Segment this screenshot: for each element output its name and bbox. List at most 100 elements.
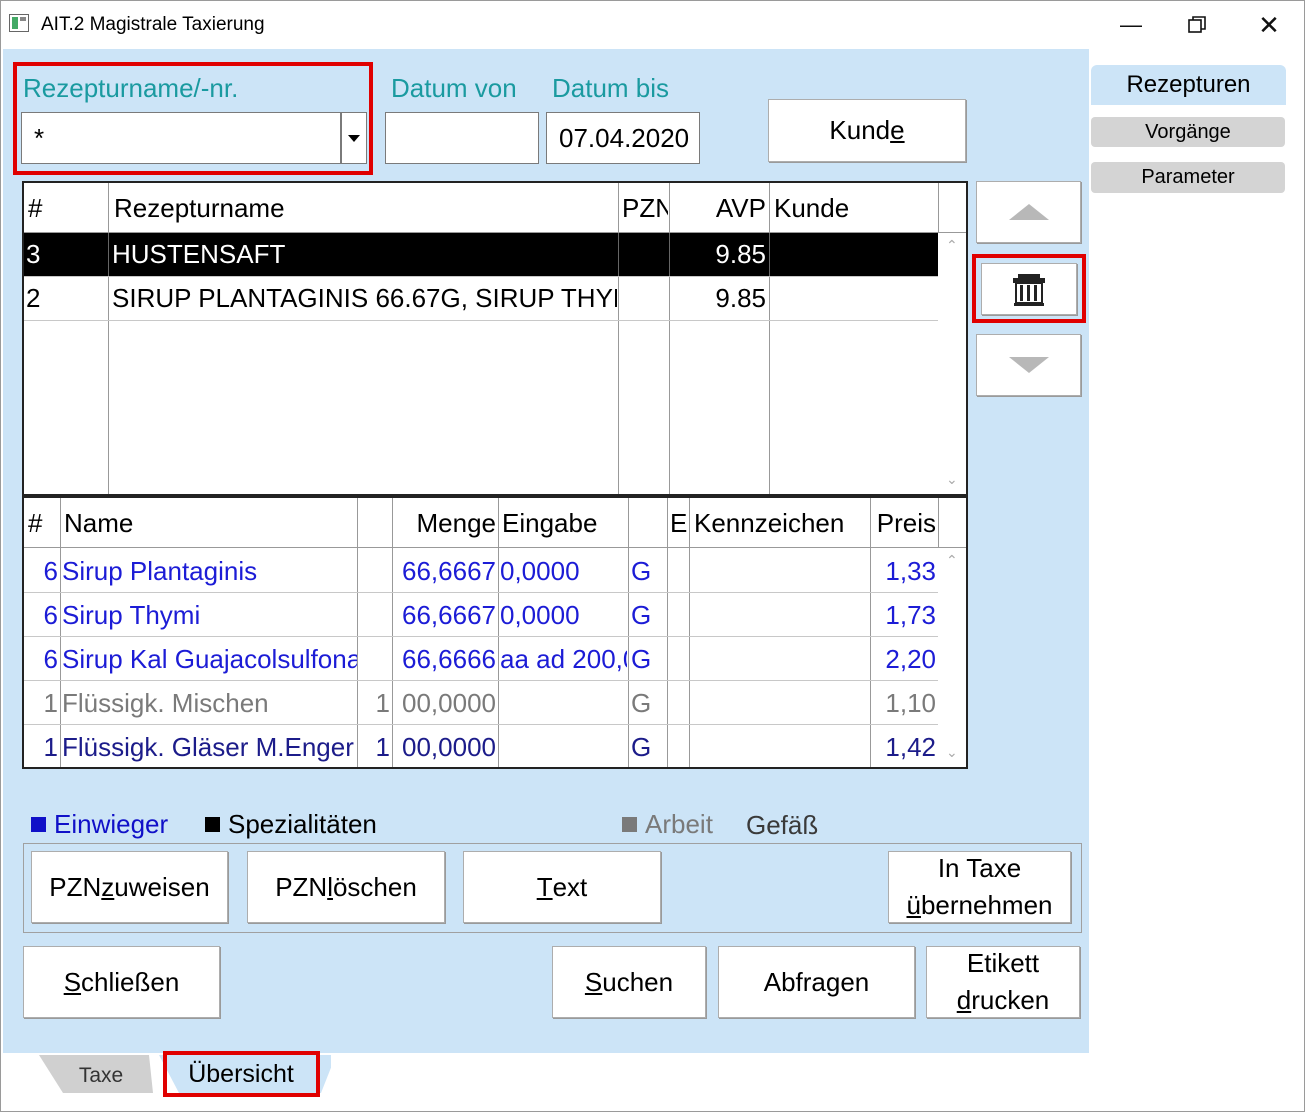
- legend-swatch: [205, 817, 220, 832]
- btn-label: PZN: [275, 871, 328, 902]
- pzn-zuweisen-button[interactable]: PZN z uweisen: [31, 851, 228, 923]
- move-up-button[interactable]: [976, 181, 1081, 243]
- scroll-up-icon[interactable]: ⌃: [946, 552, 958, 569]
- datum-bis-label: Datum bis: [552, 73, 670, 103]
- btn-label: In Taxe: [937, 853, 1022, 883]
- cell-unit: G: [631, 555, 652, 586]
- row-avp[interactable]: 9.85: [674, 277, 766, 320]
- text-button[interactable]: Text: [463, 851, 661, 923]
- restore-icon[interactable]: [1167, 1, 1227, 49]
- col-header-name[interactable]: Name: [64, 498, 354, 548]
- legend-gefaess: Gefäß: [746, 810, 819, 840]
- btn-label-line2: übernehmen: [906, 887, 1052, 924]
- btn-label: bernehmen: [920, 890, 1053, 920]
- in-taxe-uebernehmen-button[interactable]: In Taxe übernehmen: [888, 851, 1071, 923]
- cell-eingabe: 0,0000: [500, 599, 580, 630]
- legend-label: Spezialitäten: [228, 809, 377, 839]
- col-header-e[interactable]: E: [670, 498, 688, 548]
- trash-icon: [1013, 274, 1045, 306]
- col-header-kunde[interactable]: Kunde: [774, 183, 934, 233]
- cell-num: 1: [43, 687, 58, 718]
- rezepturen-table: # Rezepturname PZN AVP Kunde 3 HUSTENSAF…: [22, 181, 968, 496]
- row-name[interactable]: SIRUP PLANTAGINIS 66.67G, SIRUP THYMI: [112, 277, 617, 320]
- col-header-rezepturname[interactable]: Rezepturname: [114, 183, 614, 233]
- suchen-button[interactable]: Suchen: [552, 946, 706, 1018]
- btn-label: öschen: [332, 871, 417, 902]
- bottom-tab-taxe[interactable]: Taxe: [61, 1059, 141, 1093]
- btn-mnemonic: S: [584, 966, 603, 997]
- cell-num: 6: [43, 643, 58, 674]
- datum-bis-input[interactable]: 07.04.2020: [546, 112, 700, 164]
- row-num: 3: [26, 239, 41, 269]
- kunde-button[interactable]: Kund e: [768, 99, 966, 162]
- etikett-drucken-button[interactable]: Etikett drucken: [926, 946, 1080, 1018]
- chevron-down-icon[interactable]: [341, 112, 367, 164]
- scroll-down-icon[interactable]: ⌄: [946, 471, 958, 488]
- row-num[interactable]: 2: [26, 277, 106, 320]
- cell-eingabe: 0,0000: [500, 555, 580, 586]
- side-panel: [1089, 49, 1304, 1111]
- cell-e: [670, 681, 688, 725]
- col-header-menge[interactable]: Menge: [396, 498, 497, 548]
- col-header-num[interactable]: #: [28, 183, 88, 233]
- btn-label: uchen: [602, 966, 674, 997]
- col-header-kennzeichen[interactable]: Kennzeichen: [694, 498, 868, 548]
- cell-preis: 1,33: [885, 555, 936, 586]
- btn-mnemonic: z: [101, 871, 115, 902]
- cell-kz: [692, 725, 868, 767]
- cell-kz: [692, 593, 868, 637]
- rezeptur-combobox-input[interactable]: *: [21, 112, 341, 164]
- col-header-num[interactable]: #: [28, 498, 58, 548]
- row-name: HUSTENSAFT: [112, 239, 286, 269]
- col-header-eingabe[interactable]: Eingabe: [502, 498, 626, 548]
- cell-num: 6: [43, 555, 58, 586]
- cell-unit: G: [631, 643, 652, 674]
- cell-eingabe: aa ad 200,0: [500, 643, 627, 674]
- legend-swatch: [622, 817, 637, 832]
- schliessen-button[interactable]: Schließen: [23, 946, 220, 1018]
- cell-eingabe: [500, 725, 627, 767]
- legend-spezialitaeten: Spezialitäten: [205, 809, 377, 840]
- cell-e: [670, 593, 688, 637]
- move-down-button[interactable]: [976, 334, 1081, 396]
- cell-num: 1: [43, 731, 58, 762]
- cell-kz: [692, 549, 868, 593]
- cell-x: [360, 549, 390, 593]
- col-header-preis[interactable]: Preis: [874, 498, 936, 548]
- bottom-tab-uebersicht[interactable]: Übersicht: [171, 1056, 311, 1092]
- bestandteile-table: # Name Menge Eingabe E Kennzeichen Preis…: [22, 496, 968, 769]
- side-tab-vorgaenge[interactable]: Vorgänge: [1091, 117, 1285, 147]
- btn-mnemonic: S: [63, 966, 82, 997]
- cell-menge: 66,6667: [402, 555, 496, 586]
- btn-label: uweisen: [114, 871, 210, 902]
- datum-von-input[interactable]: [385, 112, 539, 164]
- btn-mnemonic: ü: [906, 890, 921, 920]
- abfragen-button[interactable]: Abfragen: [718, 946, 915, 1018]
- col-header-pzn[interactable]: PZN: [622, 183, 668, 233]
- legend-label: Arbeit: [645, 809, 713, 839]
- cell-preis: 1,10: [885, 687, 936, 718]
- cell-preis: 2,20: [885, 643, 936, 674]
- window-title: AIT.2 Magistrale Taxierung: [41, 14, 265, 35]
- triangle-down-icon: [1008, 357, 1049, 373]
- close-icon[interactable]: ✕: [1239, 1, 1299, 49]
- bestandteile-scrollbar[interactable]: ⌃ ⌄: [938, 548, 966, 767]
- pzn-loeschen-button[interactable]: PZN l öschen: [247, 851, 445, 923]
- scroll-down-icon[interactable]: ⌄: [946, 744, 958, 761]
- cell-preis: 1,42: [885, 731, 936, 762]
- app-window: AIT.2 Magistrale Taxierung — ✕ Rezepturn…: [0, 0, 1305, 1112]
- cell-e: [670, 725, 688, 767]
- cell-x: [360, 593, 390, 637]
- col-header-avp[interactable]: AVP: [674, 183, 766, 233]
- delete-button[interactable]: [981, 263, 1077, 315]
- side-tab-parameter[interactable]: Parameter: [1091, 162, 1285, 193]
- minimize-icon[interactable]: —: [1101, 1, 1161, 49]
- btn-label-line2: drucken: [957, 982, 1050, 1019]
- cell-eingabe: [500, 681, 627, 725]
- btn-label: chließen: [81, 966, 180, 997]
- btn-mnemonic: T: [536, 871, 553, 902]
- scroll-up-icon[interactable]: ⌃: [946, 237, 958, 254]
- cell-menge: 00,0000: [402, 687, 496, 718]
- rezepturen-scrollbar[interactable]: ⌃ ⌄: [938, 233, 966, 494]
- side-tab-rezepturen[interactable]: Rezepturen: [1091, 65, 1286, 105]
